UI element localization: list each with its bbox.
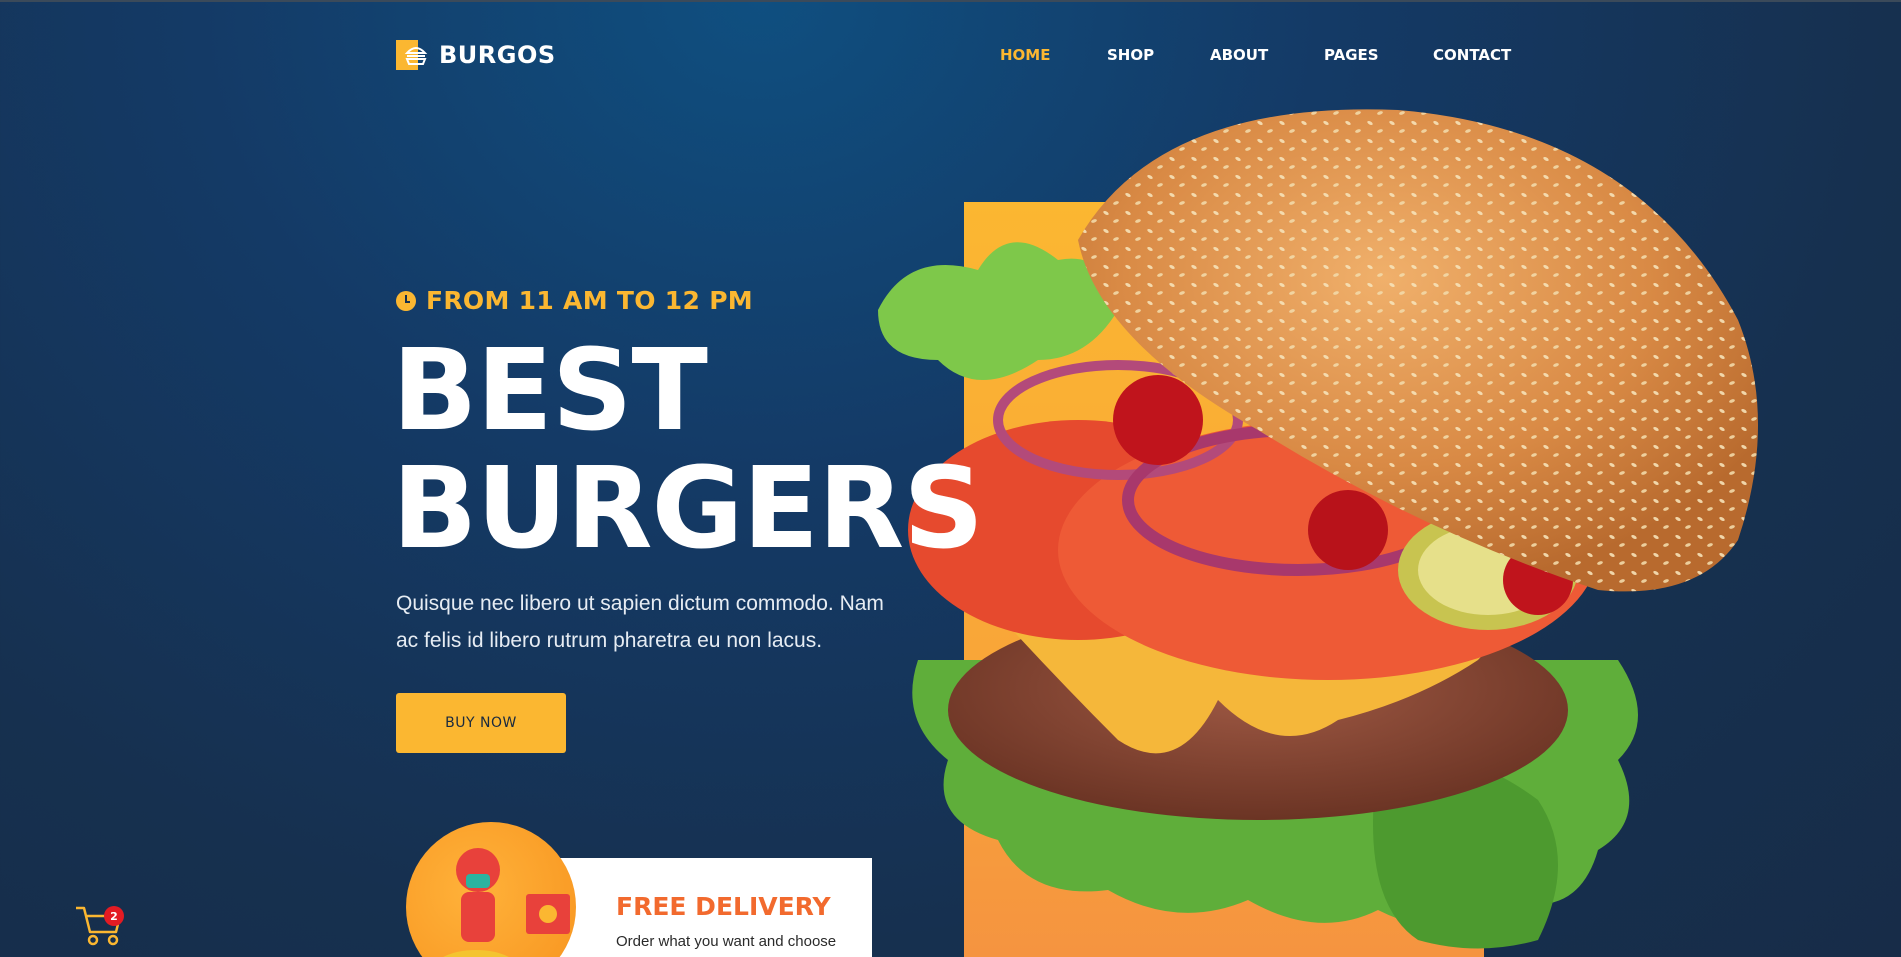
top-border bbox=[0, 0, 1901, 2]
delivery-subtitle: Order what you want and choose bbox=[616, 933, 837, 950]
burger-logo-icon bbox=[396, 40, 429, 70]
headline-line-2: BURGERS bbox=[392, 444, 984, 574]
cart-count-badge: 2 bbox=[104, 906, 124, 926]
brand-name: BURGOS bbox=[439, 41, 556, 69]
delivery-title: FREE DELIVERY bbox=[616, 892, 831, 921]
hero-headline: BEST BURGERS bbox=[392, 326, 984, 574]
delivery-rider-icon bbox=[406, 822, 576, 957]
nav-about[interactable]: ABOUT bbox=[1210, 46, 1268, 64]
burger-image bbox=[878, 109, 1758, 949]
nav-pages[interactable]: PAGES bbox=[1324, 46, 1379, 64]
clock-icon bbox=[396, 290, 416, 311]
description-line-1: Quisque nec libero ut sapien dictum comm… bbox=[396, 592, 884, 615]
opening-hours-text: FROM 11 AM TO 12 PM bbox=[426, 286, 753, 315]
nav-contact[interactable]: CONTACT bbox=[1433, 46, 1511, 64]
opening-hours: FROM 11 AM TO 12 PM bbox=[396, 286, 753, 315]
brand-logo[interactable]: BURGOS bbox=[396, 40, 556, 70]
description-line-2: ac felis id libero rutrum pharetra eu no… bbox=[396, 629, 823, 652]
hero-description: Quisque nec libero ut sapien dictum comm… bbox=[396, 585, 916, 659]
headline-line-1: BEST bbox=[392, 326, 708, 456]
nav-home[interactable]: HOME bbox=[1000, 46, 1050, 64]
buy-now-button[interactable]: BUY NOW bbox=[396, 693, 566, 753]
nav-shop[interactable]: SHOP bbox=[1107, 46, 1154, 64]
